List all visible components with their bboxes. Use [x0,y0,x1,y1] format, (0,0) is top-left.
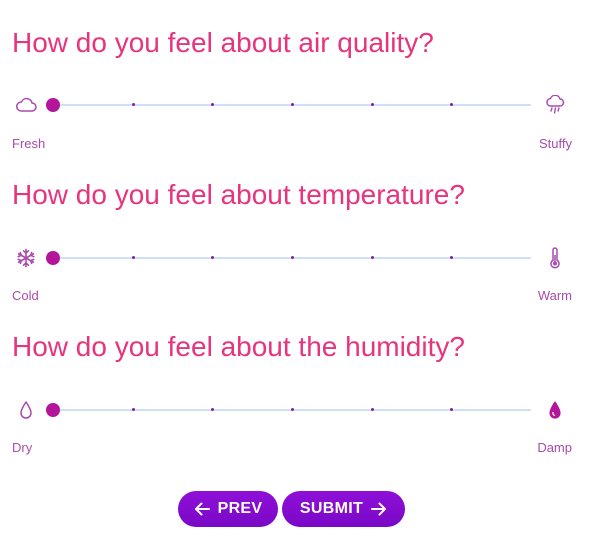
slider-tick [450,103,454,106]
slider-tick [450,256,454,259]
air-quality-slider-row [0,90,595,120]
slider-tick [291,103,294,106]
question-humidity-title: How do you feel about the humidity? [12,331,465,362]
slider-tick [131,408,135,411]
slider-tick [370,408,374,411]
cloud-icon [14,94,38,116]
temperature-right-label: Warm [537,288,572,303]
air-quality-right-label: Stuffy [538,136,572,151]
slider-tick [211,256,215,259]
water-drop-filled-icon [543,399,567,421]
slider-tick [291,256,294,259]
slider-tick [370,256,374,259]
prev-button-label: PREV [217,500,263,517]
slider-tick [131,103,135,106]
slider-tick [370,103,374,106]
slider-tick [291,408,294,411]
slider-tick [450,408,454,411]
air-quality-left-label: Fresh [12,136,46,151]
arrow-right-icon [371,502,387,516]
air-quality-slider[interactable] [46,98,531,112]
water-drop-outline-icon [14,399,38,421]
humidity-slider[interactable] [46,403,531,417]
cloud-rain-icon [543,94,567,116]
temperature-slider[interactable] [46,251,531,265]
snowflake-icon [14,247,38,269]
temperature-left-label: Cold [12,288,39,303]
temperature-slider-thumb[interactable] [46,251,60,265]
humidity-slider-thumb[interactable] [46,403,60,417]
question-air-quality-title: How do you feel about air quality? [12,27,434,58]
thermometer-icon [543,247,567,269]
submit-button[interactable]: SUBMIT [282,491,405,527]
slider-tick [211,408,215,411]
slider-tick [131,256,135,259]
submit-button-label: SUBMIT [299,500,364,517]
temperature-slider-row [0,243,595,273]
question-temperature-title: How do you feel about temperature? [12,179,465,210]
air-quality-slider-thumb[interactable] [46,98,60,112]
slider-tick [211,103,215,106]
prev-button[interactable]: PREV [178,491,278,527]
humidity-left-label: Dry [12,440,33,455]
humidity-slider-row [0,395,595,425]
humidity-right-label: Damp [537,440,572,455]
arrow-left-icon [194,502,210,516]
